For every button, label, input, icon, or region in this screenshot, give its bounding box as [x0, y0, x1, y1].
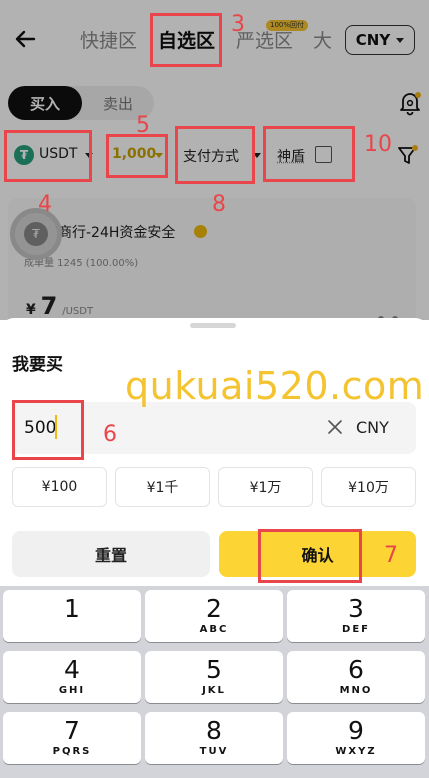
- key-letters: DEF: [342, 624, 370, 635]
- reset-button[interactable]: 重置: [12, 531, 210, 577]
- annotation-number: 4: [38, 192, 52, 217]
- key-digit: 6: [348, 655, 364, 684]
- annotation-box-tab: [150, 13, 222, 67]
- clear-icon[interactable]: [326, 418, 344, 436]
- annotation-box-payment: [175, 126, 255, 184]
- annotation-number: 10: [364, 132, 392, 157]
- watermark-text: qukuai520.com: [125, 364, 425, 408]
- key-letters: TUV: [199, 746, 229, 757]
- key-digit: 7: [64, 716, 80, 745]
- quick-amount-1k[interactable]: ¥1千: [115, 467, 210, 507]
- annotation-box-input: [12, 400, 84, 460]
- key-digit: 4: [64, 655, 80, 684]
- key-1[interactable]: 1: [3, 590, 141, 642]
- annotation-box-amount: [106, 134, 168, 178]
- key-digit: 9: [348, 716, 364, 745]
- key-5[interactable]: 5 JKL: [145, 651, 283, 703]
- key-digit: 8: [206, 716, 222, 745]
- key-letters: JKL: [202, 685, 226, 696]
- key-letters: ABC: [199, 624, 229, 635]
- sheet-title: 我要买: [12, 355, 63, 375]
- key-letters: GHI: [58, 685, 86, 696]
- key-letters: MNO: [339, 685, 373, 696]
- key-8[interactable]: 8 TUV: [145, 712, 283, 764]
- input-currency: CNY: [356, 418, 389, 437]
- key-digit: 2: [206, 594, 222, 623]
- key-digit: 1: [64, 594, 80, 623]
- key-6[interactable]: 6 MNO: [287, 651, 425, 703]
- key-letters: PQRS: [52, 746, 92, 757]
- key-9[interactable]: 9 WXYZ: [287, 712, 425, 764]
- key-7[interactable]: 7 PQRS: [3, 712, 141, 764]
- annotation-number: 7: [384, 543, 398, 568]
- annotation-box-coin: [4, 130, 92, 182]
- annotation-number: 5: [136, 113, 150, 138]
- quick-amount-100[interactable]: ¥100: [12, 467, 107, 507]
- annotation-box-shield: [263, 126, 355, 182]
- annotation-number: 8: [212, 192, 226, 217]
- key-letters: WXYZ: [335, 746, 377, 757]
- key-digit: 5: [206, 655, 222, 684]
- quick-amount-100k[interactable]: ¥10万: [321, 467, 416, 507]
- sheet-handle[interactable]: [190, 323, 236, 328]
- annotation-box-confirm: [258, 529, 362, 583]
- key-digit: 3: [348, 594, 364, 623]
- key-4[interactable]: 4 GHI: [3, 651, 141, 703]
- annotation-number: 3: [231, 12, 245, 37]
- key-2[interactable]: 2 ABC: [145, 590, 283, 642]
- quick-amount-10k[interactable]: ¥1万: [218, 467, 313, 507]
- annotation-number: 6: [103, 422, 117, 447]
- key-3[interactable]: 3 DEF: [287, 590, 425, 642]
